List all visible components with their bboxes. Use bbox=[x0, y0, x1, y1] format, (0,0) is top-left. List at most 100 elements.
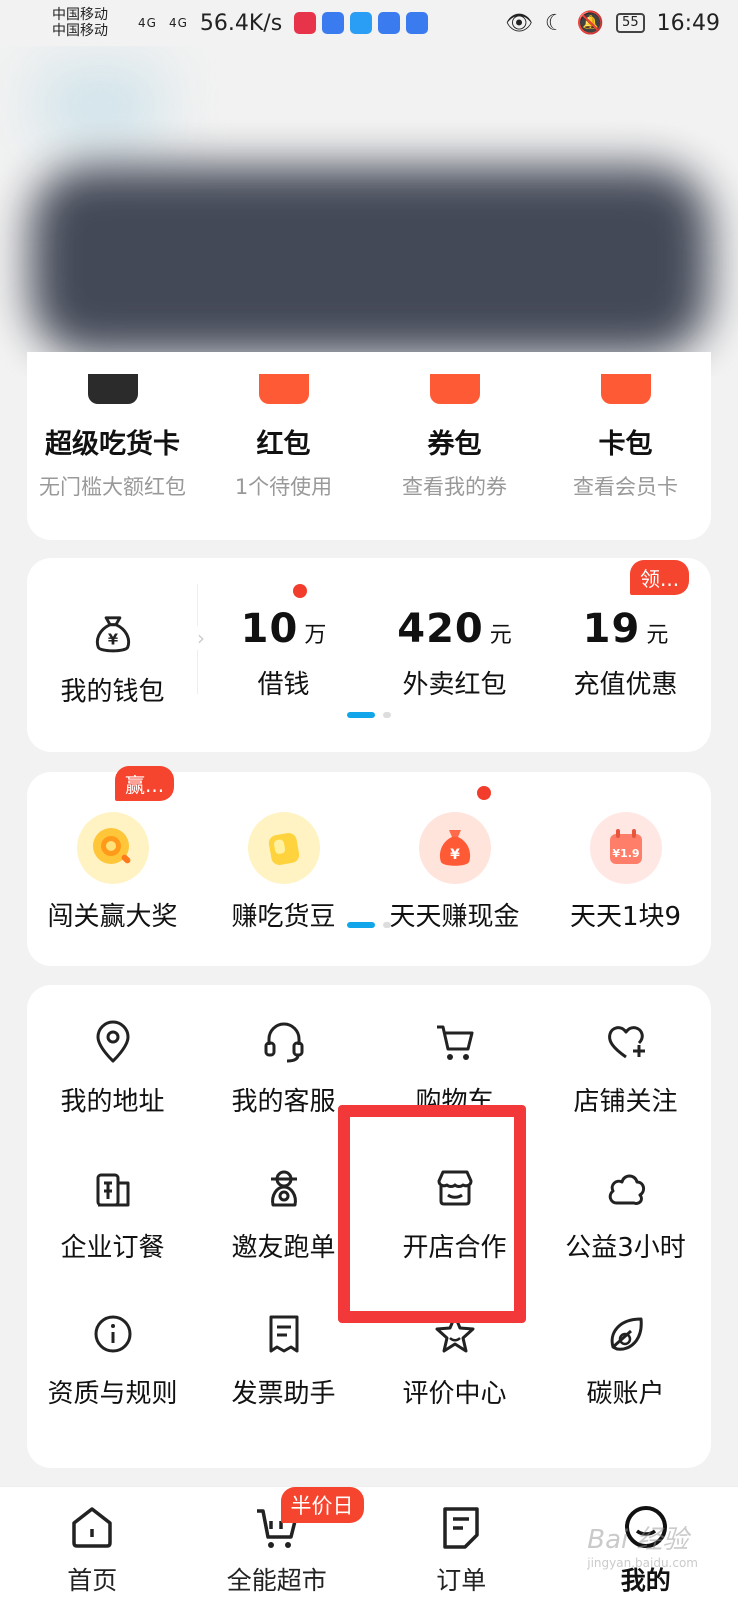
highlight-box bbox=[338, 1105, 526, 1323]
recharge-amount: 19 bbox=[582, 606, 641, 652]
page-indicator bbox=[347, 922, 391, 928]
membership-card-icon bbox=[600, 374, 651, 404]
card-wallet-link[interactable]: 卡包 查看会员卡 bbox=[540, 352, 711, 501]
promo-item-daily-1-9[interactable]: ¥1.9 天天1块9 bbox=[540, 772, 711, 933]
signal-1: 4G bbox=[138, 16, 157, 30]
red-packet-icon bbox=[258, 374, 309, 404]
service-label: 发票助手 bbox=[231, 1379, 336, 1409]
takeout-red-packet-item[interactable]: 420 元 外卖红包 bbox=[369, 558, 540, 708]
mute-icon: 🔕 bbox=[576, 10, 605, 36]
svg-text:¥1.9: ¥1.9 bbox=[612, 847, 639, 860]
invoice-icon bbox=[269, 1315, 298, 1353]
page-indicator bbox=[347, 712, 391, 718]
red-packet-amount: 420 bbox=[397, 606, 484, 652]
cash-bag-icon: ¥ bbox=[418, 812, 491, 884]
status-bar: 中国移动 中国移动 4G 4G 56.4K/s 👁 ☾ 🔕 55 16:49 bbox=[0, 0, 738, 46]
foodie-card-icon bbox=[87, 374, 138, 404]
battery-indicator: 55 bbox=[616, 13, 645, 33]
promo-label: 天天1块9 bbox=[569, 902, 682, 932]
headset-icon bbox=[264, 1022, 303, 1063]
recharge-unit: 元 bbox=[646, 623, 669, 648]
info-icon bbox=[94, 1315, 131, 1353]
service-charity-hours[interactable]: 公益3小时 bbox=[540, 1153, 711, 1299]
carrier-info: 中国移动 中国移动 bbox=[52, 7, 138, 39]
paw-icon bbox=[322, 12, 345, 34]
svg-text:¥: ¥ bbox=[450, 847, 460, 863]
super-foodie-card-link[interactable]: 超级吃货卡 无门槛大额红包 bbox=[27, 352, 198, 501]
signal-2: 4G bbox=[168, 16, 188, 30]
notification-dot bbox=[477, 786, 491, 800]
watermark: Bai 经验 jingyan.baidu.com bbox=[587, 1519, 698, 1570]
service-label: 资质与规则 bbox=[47, 1379, 178, 1409]
nav-orders[interactable]: 订单 bbox=[369, 1487, 554, 1600]
bean-icon bbox=[247, 812, 320, 884]
link-subtitle: 查看我的券 bbox=[402, 475, 507, 499]
nav-label: 首页 bbox=[67, 1566, 118, 1595]
borrow-label: 借钱 bbox=[257, 670, 310, 700]
coupon-wallet-link[interactable]: 券包 查看我的券 bbox=[369, 352, 540, 501]
weather-icon bbox=[350, 12, 373, 34]
shopping-cart-icon bbox=[436, 1025, 473, 1060]
home-icon bbox=[72, 1507, 112, 1548]
coupon-icon bbox=[429, 374, 480, 404]
profile-header-blurred bbox=[0, 46, 738, 376]
link-title: 超级吃货卡 bbox=[45, 429, 180, 460]
nav-label: 全能超市 bbox=[226, 1566, 327, 1595]
service-carbon-account[interactable]: 碳账户 bbox=[540, 1299, 711, 1445]
paw-icon bbox=[378, 12, 401, 34]
moon-icon: ☾ bbox=[544, 10, 565, 36]
carrier-2: 中国移动 bbox=[52, 23, 108, 39]
network-speed: 56.4K/s bbox=[199, 10, 283, 36]
nav-label: 订单 bbox=[436, 1566, 487, 1595]
link-subtitle: 查看会员卡 bbox=[573, 475, 678, 499]
service-label: 店铺关注 bbox=[573, 1087, 678, 1117]
svg-text:¥: ¥ bbox=[107, 631, 118, 648]
link-title: 卡包 bbox=[598, 429, 653, 460]
notification-icons bbox=[294, 12, 429, 34]
half-price-badge: 半价日 bbox=[280, 1487, 364, 1523]
link-subtitle: 1个待使用 bbox=[234, 475, 333, 499]
promo-item-daily-cash[interactable]: ¥ 天天赚现金 bbox=[369, 772, 540, 933]
promo-label: 闯关赢大奖 bbox=[47, 902, 178, 932]
service-label: 企业订餐 bbox=[60, 1233, 165, 1263]
promo-card: 赢... 闯关赢大奖 赚吃货豆 ¥ 天天赚现金 ¥1.9 天天1块9 bbox=[27, 766, 711, 966]
service-label: 评价中心 bbox=[402, 1379, 507, 1409]
location-pin-icon bbox=[96, 1020, 129, 1063]
carrier-1: 中国移动 bbox=[52, 7, 108, 23]
borrow-money-item[interactable]: 10 万 借钱 bbox=[198, 558, 369, 708]
link-subtitle: 无门槛大额红包 bbox=[39, 475, 186, 499]
heart-plus-icon bbox=[607, 1026, 645, 1059]
service-qualifications-rules[interactable]: 资质与规则 bbox=[27, 1299, 198, 1445]
recharge-label: 充值优惠 bbox=[573, 670, 678, 700]
promo-item-foodie-beans[interactable]: 赚吃货豆 bbox=[198, 772, 369, 933]
service-my-address[interactable]: 我的地址 bbox=[27, 1007, 198, 1153]
wallet-card: ¥ 我的钱包 › 10 万 借钱 420 元 外卖红包 领... 19 元 充值… bbox=[27, 558, 711, 752]
leaf-icon bbox=[610, 1317, 643, 1351]
promo-item-challenge[interactable]: 赢... 闯关赢大奖 bbox=[27, 766, 198, 933]
calendar-deal-icon: ¥1.9 bbox=[589, 812, 662, 884]
cloud-icon bbox=[608, 1174, 645, 1205]
watermark-text: Bai 经验 bbox=[587, 1525, 689, 1555]
bottom-nav: 首页 半价日 全能超市 订单 我的 Bai 经验 jingyan.baidu.c… bbox=[0, 1486, 738, 1600]
borrow-amount: 10 bbox=[240, 606, 299, 652]
service-label: 邀友跑单 bbox=[231, 1233, 336, 1263]
claim-badge: 领... bbox=[630, 560, 690, 595]
nav-supermarket[interactable]: 半价日 全能超市 bbox=[185, 1487, 370, 1600]
benefits-card: 超级吃货卡 无门槛大额红包 红包 1个待使用 券包 查看我的券 卡包 查看会员卡 bbox=[27, 352, 711, 540]
money-bag-icon: ¥ bbox=[95, 616, 130, 653]
watermark-sub: jingyan.baidu.com bbox=[587, 1556, 698, 1570]
service-store-follow[interactable]: 店铺关注 bbox=[540, 1007, 711, 1153]
order-icon bbox=[443, 1507, 479, 1549]
courier-icon bbox=[270, 1170, 297, 1207]
service-label: 我的客服 bbox=[231, 1087, 336, 1117]
app-notification-icon bbox=[294, 12, 317, 34]
notification-dot bbox=[293, 584, 307, 598]
eye-icon: 👁 bbox=[504, 10, 533, 36]
recharge-discount-item[interactable]: 领... 19 元 充值优惠 bbox=[540, 558, 711, 708]
red-packet-link[interactable]: 红包 1个待使用 bbox=[198, 352, 369, 501]
service-enterprise-order[interactable]: 企业订餐 bbox=[27, 1153, 198, 1299]
nav-home[interactable]: 首页 bbox=[0, 1487, 185, 1600]
my-wallet-button[interactable]: ¥ 我的钱包 › bbox=[27, 558, 205, 708]
promo-label: 赚吃货豆 bbox=[231, 902, 336, 932]
service-label: 公益3小时 bbox=[565, 1233, 686, 1263]
